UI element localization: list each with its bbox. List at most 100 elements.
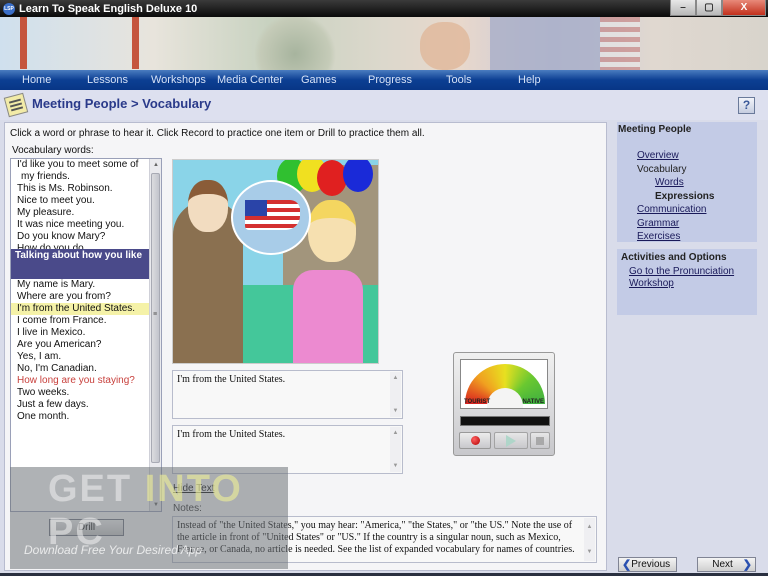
minimize-button[interactable]: –: [670, 0, 696, 16]
menu-workshops[interactable]: Workshops: [151, 74, 206, 86]
vocab-item[interactable]: This is Ms. Robinson.: [11, 183, 149, 195]
lesson-nav-panel: Meeting People Overview Vocabulary Words…: [617, 122, 757, 242]
previous-button[interactable]: ❮ Previous: [618, 557, 677, 572]
scrollbar-thumb[interactable]: [151, 173, 160, 463]
close-button[interactable]: X: [722, 0, 766, 16]
lesson-illustration: [172, 159, 379, 364]
menu-media-center[interactable]: Media Center: [217, 74, 283, 86]
vocab-item[interactable]: Just a few days.: [11, 399, 149, 411]
nav-overview-link[interactable]: Overview: [637, 150, 679, 161]
transcript-box-bottom[interactable]: I'm from the United States. ▲ ▼: [172, 425, 403, 474]
vocab-item[interactable]: Nice to meet you.: [11, 195, 149, 207]
maximize-button[interactable]: ▢: [696, 0, 722, 16]
page-header: Meeting People > Vocabulary: [0, 90, 768, 120]
audio-level-bar: [460, 416, 550, 426]
vocab-item[interactable]: One month.: [11, 411, 149, 423]
scroll-down-arrow-icon[interactable]: ▼: [150, 499, 161, 511]
vocab-item[interactable]: Do you know Mary?: [11, 231, 149, 243]
vocabulary-scrollbar[interactable]: ▲ ≡ ▼: [149, 159, 161, 511]
notepad-icon: [3, 92, 29, 118]
nav-words-link[interactable]: Words: [655, 177, 684, 188]
transcript-text-bottom: I'm from the United States.: [177, 429, 286, 440]
vocabulary-list[interactable]: Introducing and beingintroducedI'd like …: [10, 158, 162, 512]
vocab-item[interactable]: Where are you from?: [11, 291, 149, 303]
play-button[interactable]: [494, 432, 528, 449]
scroll-up-arrow-icon[interactable]: ▲: [150, 159, 161, 171]
scrollbar-grip-icon: ≡: [153, 311, 158, 318]
pronunciation-workshop-link[interactable]: Go to the Pronunciation: [629, 266, 734, 277]
app-icon: LSP: [3, 2, 15, 15]
activities-panel: Activities and Options Go to the Pronunc…: [617, 249, 757, 315]
vocab-item[interactable]: I'd like you to meet some of: [11, 159, 149, 171]
vocabulary-items: Introducing and beingintroducedI'd like …: [11, 159, 161, 423]
menu-progress[interactable]: Progress: [368, 74, 412, 86]
bridge-tower-graphic: [20, 17, 27, 69]
main-menu: Home Lessons Workshops Media Center Game…: [0, 70, 768, 90]
nav-communication-link[interactable]: Communication: [637, 204, 706, 215]
transcript-scrollbar-top[interactable]: ▲ ▼: [390, 372, 401, 417]
transcript-scrollbar-bottom[interactable]: ▲ ▼: [390, 427, 401, 472]
nav-vocabulary-label: Vocabulary: [637, 164, 687, 175]
lesson-nav-title: Meeting People: [618, 124, 692, 135]
vocab-item[interactable]: No, I'm Canadian.: [11, 363, 149, 375]
vocab-item[interactable]: Are you American?: [11, 339, 149, 351]
vocab-item[interactable]: I live in Mexico.: [11, 327, 149, 339]
pronunciation-gauge: TOURIST NATIVE: [460, 359, 548, 409]
next-label: Next: [712, 559, 733, 570]
record-button[interactable]: [459, 432, 491, 449]
vocab-item[interactable]: my friends.: [11, 171, 149, 183]
menu-lessons[interactable]: Lessons: [87, 74, 128, 86]
people-graphic: [420, 22, 470, 70]
menu-tools[interactable]: Tools: [446, 74, 472, 86]
woman-graphic: [293, 270, 363, 363]
menu-help[interactable]: Help: [518, 74, 541, 86]
record-icon: [470, 436, 480, 445]
notes-label: Notes:: [173, 503, 202, 514]
gauge-label-tourist: TOURIST: [464, 399, 491, 405]
vocab-item[interactable]: I come from France.: [11, 315, 149, 327]
nav-exercises-link[interactable]: Exercises: [637, 231, 680, 242]
notes-box[interactable]: Instead of "the United States," you may …: [172, 516, 597, 563]
breadcrumb: Meeting People > Vocabulary: [32, 96, 212, 111]
vocab-category-header: Talking about how you like: [11, 249, 161, 279]
vocab-item[interactable]: Yes, I am.: [11, 351, 149, 363]
pronunciation-workshop-link-line2[interactable]: Workshop: [629, 278, 674, 289]
vocab-item[interactable]: My pleasure.: [11, 207, 149, 219]
chevron-right-icon: ❯: [742, 559, 752, 571]
instructions-text: Click a word or phrase to hear it. Click…: [10, 128, 425, 139]
notes-scrollbar[interactable]: ▲ ▼: [584, 518, 595, 561]
pronunciation-meter: TOURIST NATIVE: [453, 352, 555, 456]
window-title: Learn To Speak English Deluxe 10: [19, 2, 198, 15]
transcript-text-top: I'm from the United States.: [177, 374, 286, 385]
activities-title: Activities and Options: [621, 252, 727, 263]
woman-head-graphic: [308, 200, 356, 262]
nav-expressions-current: Expressions: [655, 191, 715, 202]
help-button[interactable]: ?: [738, 97, 755, 114]
stop-icon: [536, 436, 544, 445]
menu-games[interactable]: Games: [301, 74, 336, 86]
menu-home[interactable]: Home: [22, 74, 51, 86]
vocab-item[interactable]: How long are you staying?: [11, 375, 149, 387]
man-head-graphic: [188, 180, 228, 232]
usa-flag-map-graphic: [245, 200, 300, 230]
hide-text-link[interactable]: Hide Text: [173, 483, 215, 494]
notes-text: Instead of "the United States," you may …: [177, 520, 575, 555]
next-button[interactable]: Next ❯: [697, 557, 756, 572]
banner-image: [0, 17, 768, 70]
bridge-tower-graphic: [132, 17, 139, 69]
flag-stripes-graphic: [600, 17, 640, 70]
vocab-item[interactable]: I'm from the United States.: [11, 303, 149, 315]
flag-graphic: [490, 17, 600, 70]
title-bar: LSP Learn To Speak English Deluxe 10 – ▢…: [0, 0, 768, 17]
vocab-item[interactable]: My name is Mary.: [11, 279, 149, 291]
vocab-item[interactable]: It was nice meeting you.: [11, 219, 149, 231]
transcript-box-top[interactable]: I'm from the United States. ▲ ▼: [172, 370, 403, 419]
play-icon: [506, 434, 516, 447]
vocab-label: Vocabulary words:: [12, 145, 94, 156]
vocab-item[interactable]: Two weeks.: [11, 387, 149, 399]
gauge-label-native: NATIVE: [522, 399, 544, 405]
drill-button[interactable]: Drill: [49, 519, 124, 536]
chevron-left-icon: ❮: [622, 559, 632, 571]
stop-button[interactable]: [530, 432, 550, 449]
nav-grammar-link[interactable]: Grammar: [637, 218, 679, 229]
